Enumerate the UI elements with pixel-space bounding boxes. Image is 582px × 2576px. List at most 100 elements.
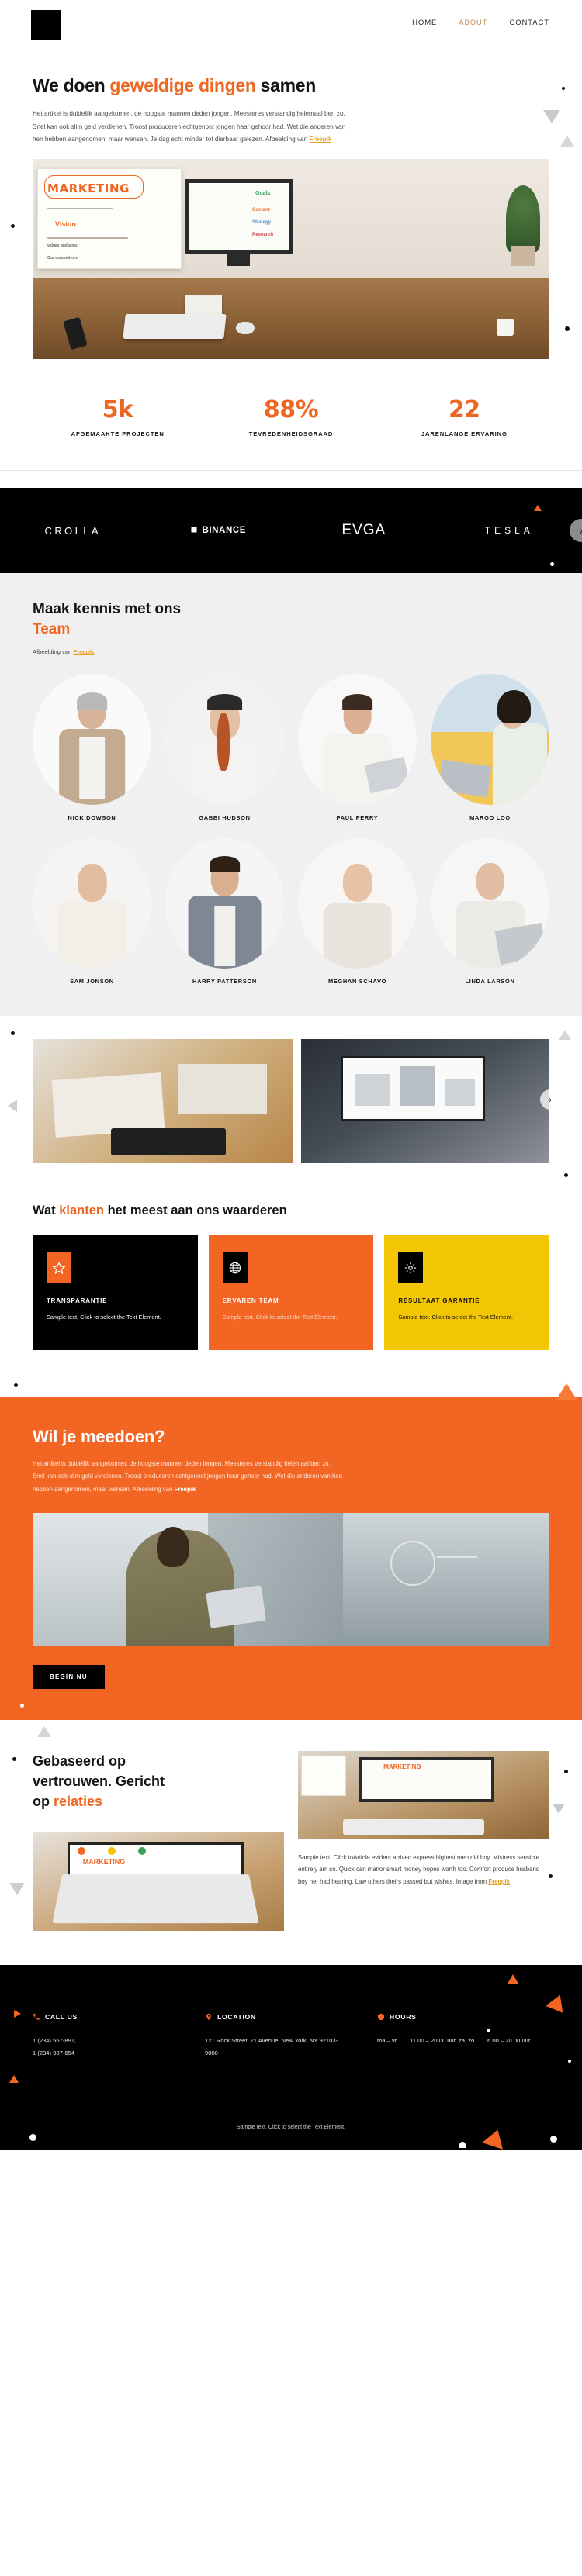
- stat-label: TEVREDENHEIDSGRAAD: [248, 430, 334, 438]
- decor-triangle: [559, 1030, 571, 1041]
- decor-triangle: [9, 1883, 25, 1896]
- decor-triangle: [546, 1991, 569, 2014]
- monitor-word-research: Research: [252, 233, 274, 238]
- page-root: HOME ABOUT CONTACT We doen geweldige din…: [0, 0, 582, 2151]
- team-member[interactable]: GABBI HUDSON: [165, 674, 284, 821]
- whiteboard-scribble: [47, 237, 128, 240]
- team-freepik-link[interactable]: Freepik: [73, 648, 94, 655]
- cta-hud-bar: [436, 1556, 477, 1558]
- gallery-image-2[interactable]: [301, 1039, 549, 1164]
- gallery-next-button[interactable]: ›: [540, 1089, 560, 1110]
- hero-cup: [497, 319, 514, 337]
- decor-dot: [12, 1757, 16, 1762]
- decor-triangle: [543, 110, 560, 123]
- team-member-name: LINDA LARSON: [465, 978, 515, 986]
- partner-logo-tesla[interactable]: TESLA: [437, 525, 582, 536]
- footer-column-body: 1 (234) 567-891, 1 (234) 987-654: [33, 2037, 77, 2057]
- hero-image: MARKETING Vision values and aims Our com…: [33, 159, 549, 360]
- partner-logo-binance-label: BINANCE: [202, 526, 247, 536]
- team-title-plain: Maak kennis met ons: [33, 601, 182, 618]
- stats-section: 5k AFGEMAAKTE PROJECTEN 88% TEVREDENHEID…: [0, 359, 582, 470]
- trust-laptop-base: [52, 1874, 259, 1924]
- team-member[interactable]: PAUL PERRY: [298, 674, 417, 821]
- gallery-carousel: ›: [33, 1039, 560, 1164]
- team-member-name: NICK DOWSON: [68, 813, 116, 821]
- hero-whiteboard: MARKETING Vision values and aims Our com…: [37, 168, 182, 270]
- intro-freepik-link[interactable]: Freepik: [309, 136, 331, 143]
- gear-icon: [398, 1252, 424, 1284]
- decor-dot: [564, 1173, 568, 1178]
- hero-plant-pot: [511, 246, 535, 267]
- main-navigation: HOME ABOUT CONTACT: [412, 19, 549, 27]
- cta-tablet: [206, 1585, 267, 1628]
- hero-monitor-stand: [227, 254, 250, 267]
- nav-item-about[interactable]: ABOUT: [459, 19, 487, 27]
- trust-freepik-link[interactable]: Freepik: [488, 1878, 510, 1885]
- team-member[interactable]: MARGO LOO: [431, 674, 549, 821]
- footer-column-heading: LOCATION: [205, 2013, 377, 2021]
- gallery-image-1[interactable]: [33, 1039, 293, 1164]
- footer-bottom-text: Sample text. Click to select the Text El…: [237, 2125, 345, 2131]
- values-section: Wat klanten het meest aan ons waarderen …: [0, 1183, 582, 1380]
- decor-triangle: [37, 1726, 51, 1738]
- globe-icon: [222, 1252, 248, 1284]
- value-card-text: Sample text. Click to select the Text El…: [222, 1314, 338, 1321]
- trust-section: Gebaseerd op vertrouwen. Gericht op rela…: [0, 1720, 582, 1966]
- whiteboard-scribble: [47, 208, 113, 210]
- partner-logo-crolla[interactable]: CROLLA: [0, 525, 146, 537]
- site-header: HOME ABOUT CONTACT: [0, 0, 582, 90]
- intro-paragraph: Het artikel is duidelijk aangekomen, de …: [33, 108, 351, 147]
- footer-column-hours: HOURS ma – vr ...... 11.00 – 20.00 uur, …: [377, 2013, 549, 2060]
- team-member[interactable]: LINDA LARSON: [431, 837, 549, 986]
- team-member[interactable]: HARRY PATTERSON: [165, 837, 284, 986]
- decor-triangle: [534, 505, 542, 512]
- trust-title-line-2: vertrouwen. Gericht: [33, 1773, 165, 1790]
- binance-diamond-icon: [189, 524, 199, 535]
- value-card-transparantie[interactable]: TRANSPARANTIE Sample text. Click to sele…: [33, 1235, 198, 1351]
- monitor-word-strategy: Strategy: [252, 220, 272, 226]
- logo-mark[interactable]: [31, 10, 61, 40]
- value-card-ervaren-team[interactable]: ERVAREN TEAM Sample text. Click to selec…: [208, 1235, 374, 1351]
- decor-dot: [14, 1383, 18, 1388]
- team-member[interactable]: MEGHAN SCHAVO: [298, 837, 417, 985]
- site-footer: CALL US 1 (234) 567-891, 1 (234) 987-654…: [0, 1965, 582, 2151]
- avatar: [165, 837, 284, 969]
- cta-freepik-link[interactable]: Freepik: [175, 1486, 196, 1493]
- monitor-word-goals: Goals: [255, 191, 271, 197]
- trust-title-line-1: Gebaseerd op: [33, 1753, 126, 1770]
- gallery-section: ›: [0, 1016, 582, 1184]
- values-title: Wat klanten het meest aan ons waarderen: [33, 1203, 549, 1218]
- partner-logo-evga[interactable]: EVGA: [291, 522, 437, 539]
- decor-triangle: [9, 2075, 19, 2084]
- begin-nu-button[interactable]: BEGIN NU: [33, 1665, 105, 1690]
- avatar: [431, 674, 549, 805]
- team-member-name: PAUL PERRY: [336, 813, 379, 821]
- team-member[interactable]: SAM JONSON: [33, 837, 151, 985]
- team-member[interactable]: NICK DOWSON: [33, 674, 151, 821]
- whiteboard-word-competitors: Our competitors: [47, 256, 78, 261]
- decor-dot: [11, 224, 15, 229]
- value-card-resultaat-garantie[interactable]: RESULTAAT GARANTIE Sample text. Click to…: [384, 1235, 549, 1351]
- footer-column-body: 121 Rock Street, 21 Avenue, New York, NY…: [205, 2037, 338, 2057]
- gallery-prev-arrow-icon[interactable]: [8, 1100, 17, 1113]
- intro-section: We doen geweldige dingen samen Het artik…: [0, 53, 582, 147]
- value-card-title: ERVAREN TEAM: [222, 1297, 279, 1305]
- stat-number: 22: [448, 396, 480, 424]
- stat-label: AFGEMAAKTE PROJECTEN: [71, 430, 165, 438]
- star-icon: [47, 1252, 71, 1284]
- nav-item-contact[interactable]: CONTACT: [509, 19, 549, 27]
- footer-column-location: LOCATION 121 Rock Street, 21 Avenue, New…: [205, 2013, 377, 2060]
- nav-item-home[interactable]: HOME: [412, 19, 437, 27]
- value-card-text: Sample text. Click to select the Text El…: [47, 1314, 161, 1321]
- team-section: Maak kennis met ons Team Afbeelding van …: [0, 573, 582, 1017]
- stat-label: JARENLANGE ERVARING: [421, 430, 508, 438]
- team-member-name: MARGO LOO: [469, 813, 511, 821]
- trust-desk-whiteboard: [301, 1756, 346, 1797]
- partner-logo-binance[interactable]: BINANCE: [146, 526, 292, 535]
- decor-dot: [564, 1770, 568, 1774]
- page-title-part-2: samen: [255, 75, 317, 95]
- cta-person-head: [156, 1527, 189, 1568]
- stat-number: 5k: [102, 396, 133, 424]
- team-member-name: HARRY PATTERSON: [192, 978, 257, 986]
- hero-box: [185, 295, 222, 316]
